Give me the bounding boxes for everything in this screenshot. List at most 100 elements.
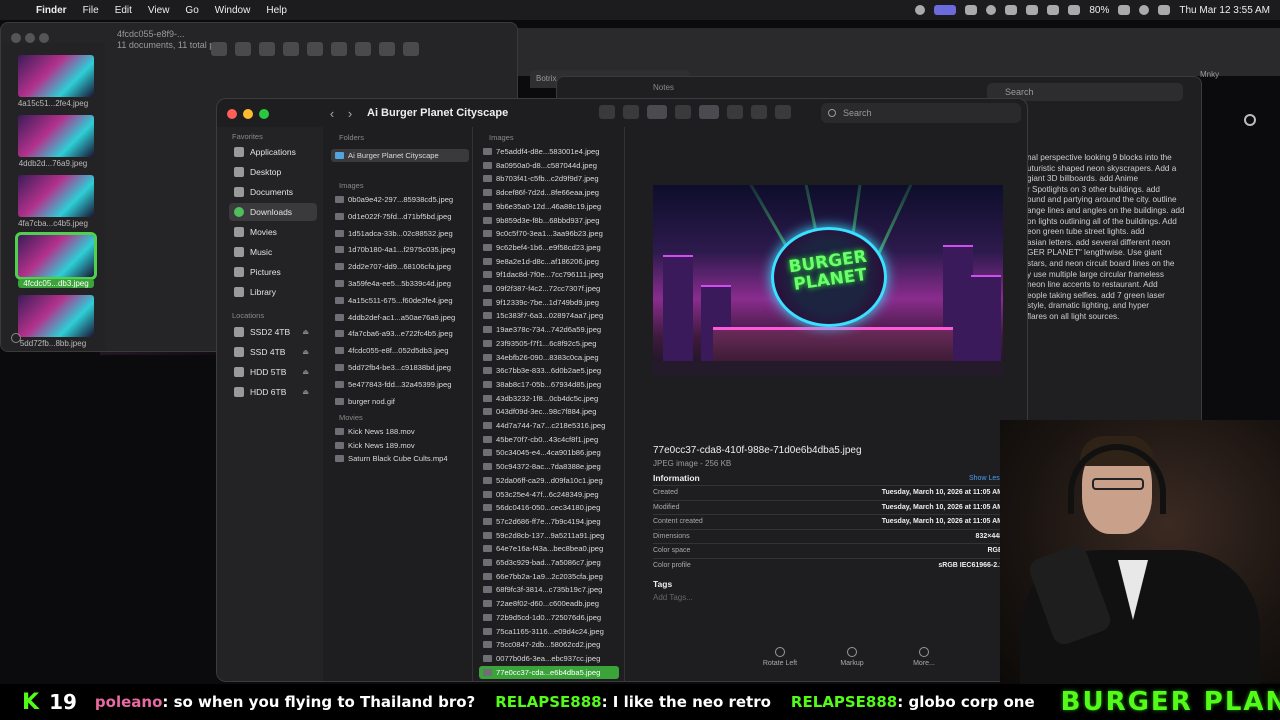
file-row[interactable]: 59c2d8cb-137...9a5211a91.jpeg (479, 529, 619, 542)
file-row[interactable]: Kick News 189.mov (331, 439, 469, 452)
menu-edit[interactable]: Edit (107, 5, 140, 16)
menu-go[interactable]: Go (177, 5, 206, 16)
file-row[interactable]: Kick News 188.mov (331, 425, 469, 438)
sidebar-item-movies[interactable]: Movies (229, 223, 317, 241)
thumbnail-image[interactable] (18, 115, 94, 157)
file-row-selected[interactable]: 77e0cc37-cda...e6b4dba5.jpeg (479, 665, 619, 679)
file-row[interactable]: 9b6e35a0-12d...46a88c19.jpeg (479, 200, 619, 213)
file-row[interactable]: 23f93505-f7f1...6c8f92c5.jpeg (479, 337, 619, 350)
menu-window[interactable]: Window (207, 5, 259, 16)
eject-icon[interactable]: ⏏ (302, 328, 309, 336)
file-row[interactable]: 15c383f7-6a3...028974aa7.jpeg (479, 309, 619, 322)
volume-icon[interactable] (1005, 5, 1018, 15)
sidebar-item-hdd5[interactable]: HDD 5TB ⏏ (229, 363, 317, 381)
file-row[interactable]: 053c25e4-47f...6c248349.jpeg (479, 488, 619, 501)
file-row[interactable]: 9f12339c-7be...1d749bd9.jpeg (479, 296, 619, 309)
minimize-button[interactable] (25, 33, 35, 43)
notes-body-text[interactable]: nal perspective looking 9 blocks into th… (1027, 153, 1197, 323)
file-row[interactable]: 45be70f7-cb0...43c4cf8f1.jpeg (479, 433, 619, 446)
markup-button[interactable]: Markup (827, 647, 877, 667)
list-view-icon[interactable] (623, 105, 639, 119)
eject-icon[interactable]: ⏏ (302, 368, 309, 376)
sidebar-item-ssd[interactable]: SSD 4TB ⏏ (229, 343, 317, 361)
file-row[interactable]: 34ebfb26-090...8383c0ca.jpeg (479, 351, 619, 364)
thumbnail-image[interactable] (18, 55, 94, 97)
sidebar-item-hdd6[interactable]: HDD 6TB ⏏ (229, 383, 317, 401)
file-row[interactable]: Saturn Black Cube Cults.mp4 (331, 452, 469, 465)
file-row[interactable]: 3a59fe4a-ee5...5b339c4d.jpeg (331, 277, 469, 290)
control-center-icon[interactable] (1158, 5, 1171, 15)
file-row[interactable]: 2dd2e707-dd9...68106cfa.jpeg (331, 260, 469, 273)
file-row[interactable]: 66e7bb2a-1a9...2c2035cfa.jpeg (479, 570, 619, 583)
eject-icon[interactable]: ⏏ (302, 388, 309, 396)
sidebar-item-library[interactable]: Library (229, 283, 317, 301)
file-row[interactable]: 7e5addf4-d8e...583001e4.jpeg (479, 145, 619, 158)
file-row[interactable]: 4fcdc055-e8f...052d5db3.jpeg (331, 344, 469, 357)
bluetooth-icon[interactable] (1047, 5, 1060, 15)
share-icon[interactable] (727, 105, 743, 119)
file-row[interactable]: 72ae8f02-d60...c600eadb.jpeg (479, 597, 619, 610)
minimize-button[interactable] (243, 109, 253, 119)
cast-icon[interactable] (965, 5, 978, 15)
file-row[interactable]: 9c0c5f70-3ea1...3aa96b23.jpeg (479, 227, 619, 240)
preview-image[interactable]: BURGER PLANET (653, 185, 1003, 375)
thumbnail-image[interactable] (18, 175, 94, 217)
file-row[interactable]: 38ab8c17-05b...67934d85.jpeg (479, 378, 619, 391)
file-row[interactable]: 64e7e16a-f43a...bec8bea0.jpeg (479, 542, 619, 555)
keyboard-input-icon[interactable] (934, 5, 957, 15)
folder-row-selected[interactable]: Ai Burger Planet Cityscape (331, 149, 469, 162)
file-row[interactable]: 0b0a9e42-297...85938cd5.jpeg (331, 193, 469, 206)
file-row[interactable]: 0077b0d6-3ea...ebc937cc.jpeg (479, 652, 619, 665)
gear-icon[interactable] (1244, 114, 1256, 126)
share-icon[interactable] (307, 42, 323, 56)
zoom-button[interactable] (39, 33, 49, 43)
file-row[interactable]: 043df09d-3ec...98c7f884.jpeg (479, 405, 619, 418)
thumbnail-image[interactable] (18, 295, 94, 337)
zoom-button[interactable] (259, 109, 269, 119)
file-row[interactable]: 09f2f387-f4c2...72cc7307f.jpeg (479, 282, 619, 295)
forward-chevron-icon[interactable]: › (341, 106, 359, 121)
group-by-icon[interactable] (699, 105, 719, 119)
zoom-icon[interactable] (259, 42, 275, 56)
sidebar-item-desktop[interactable]: Desktop (229, 163, 317, 181)
sidebar-item-ssd2[interactable]: SSD2 4TB ⏏ (229, 323, 317, 341)
file-row[interactable]: 0d1e022f-75fd...d71bf5bd.jpeg (331, 210, 469, 223)
show-less-link[interactable]: Show Less (969, 475, 1003, 482)
menu-clock[interactable]: Thu Mar 12 3:55 AM (1179, 5, 1270, 16)
sidebar-item-pictures[interactable]: Pictures (229, 263, 317, 281)
rotate-left-button[interactable]: Rotate Left (755, 647, 805, 667)
close-button[interactable] (11, 33, 21, 43)
file-row[interactable]: 68f9fc3f-3814...c735b19c7.jpeg (479, 583, 619, 596)
file-row[interactable]: 1d70b180-4a1...f2975c035.jpeg (331, 243, 469, 256)
file-row[interactable]: 75ca1165-3116...e09d4c24.jpeg (479, 625, 619, 638)
zoom-in-icon[interactable] (235, 42, 251, 56)
file-row[interactable]: 36c7bb3e-833...6d0b2ae5.jpeg (479, 364, 619, 377)
obs-icon[interactable] (915, 5, 926, 15)
add-icon[interactable] (11, 333, 21, 343)
back-chevron-icon[interactable]: ‹ (323, 106, 341, 121)
file-row[interactable]: 52da06ff-ca29...d09fa10c1.jpeg (479, 474, 619, 487)
annotate-icon[interactable] (379, 42, 395, 56)
crop-icon[interactable] (355, 42, 371, 56)
file-row[interactable]: 9c62bef4-1b6...e9f58cd23.jpeg (479, 241, 619, 254)
wifi-icon[interactable] (1068, 5, 1081, 15)
file-row[interactable]: 65d3c929-bad...7a5086c7.jpeg (479, 556, 619, 569)
file-row[interactable]: 5dd72fb4-be3...c91838bd.jpeg (331, 361, 469, 374)
file-row[interactable]: 5e477843-fdd...32a45399.jpeg (331, 378, 469, 391)
sidebar-item-music[interactable]: Music (229, 243, 317, 261)
close-button[interactable] (227, 109, 237, 119)
gallery-view-icon[interactable] (675, 105, 691, 119)
file-row[interactable]: burger nod.gif (331, 395, 469, 408)
finder-search-input[interactable]: Search (821, 103, 1021, 123)
sidebar-item-applications[interactable]: Applications (229, 143, 317, 161)
display-icon[interactable] (1026, 5, 1039, 15)
more-button[interactable]: More... (899, 647, 949, 667)
sidebar-item-downloads[interactable]: Downloads (229, 203, 317, 221)
rotate-icon[interactable] (331, 42, 347, 56)
file-row[interactable]: 44d7a744-7a7...c218e5316.jpeg (479, 419, 619, 432)
file-row[interactable]: 4a15c511-675...f60de2fe4.jpeg (331, 294, 469, 307)
menu-app-name[interactable]: Finder (28, 5, 75, 16)
file-row[interactable]: 8a0950a0-d8...c587044d.jpeg (479, 159, 619, 172)
file-row[interactable]: 50c94372-8ac...7da8388e.jpeg (479, 460, 619, 473)
column-view-icon[interactable] (647, 105, 667, 119)
